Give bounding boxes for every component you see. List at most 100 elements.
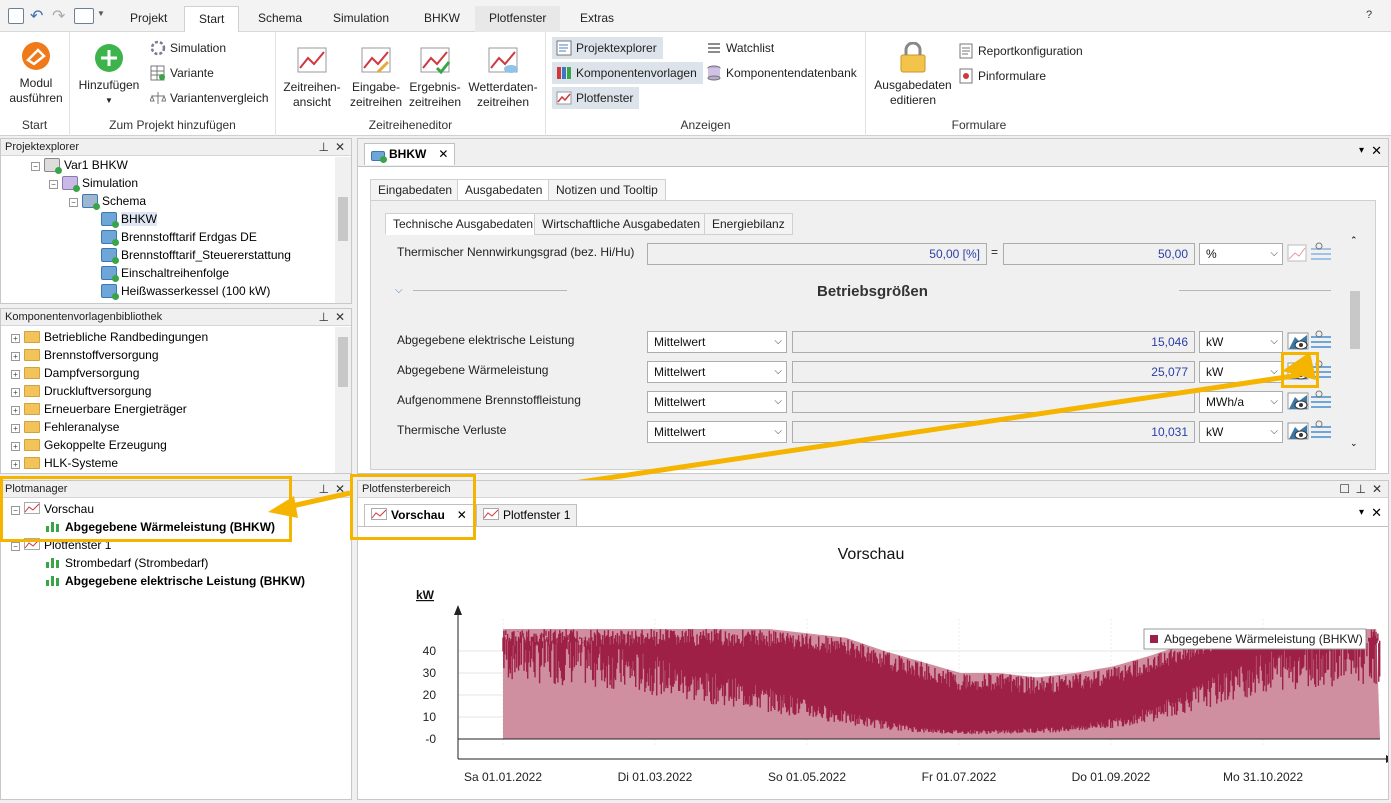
mode-select[interactable]: Mittelwert ⌵ [647,391,787,413]
expand-icon[interactable]: + [11,406,20,415]
scrollbar[interactable]: ⌃ ⌄ [1347,235,1363,449]
save-icon[interactable] [8,8,24,24]
plot-preview-icon[interactable] [1287,389,1333,411]
wetterdatenzeitreihen-button[interactable]: Wetterdaten-zeitreihen [466,44,540,110]
tree-item-schema[interactable]: − Schema [69,192,146,210]
plotfenster-toggle[interactable]: Plotfenster [552,87,640,109]
pin-icon[interactable]: ⊥ [319,309,329,326]
mode-select[interactable]: Mittelwert ⌵ [647,331,787,353]
scroll-up-icon[interactable]: ⌃ [1350,235,1358,246]
plot-preview-icon[interactable] [1287,419,1333,441]
collapse-icon[interactable]: − [69,198,78,207]
reportkonfiguration-button[interactable]: Reportkonfiguration [958,40,1083,62]
tree-folder[interactable]: + Gekoppelte Erzeugung [11,436,167,454]
plot-series-item[interactable]: Strombedarf (Strombedarf) [45,554,208,572]
scroll-thumb[interactable] [1350,291,1360,349]
pin-icon[interactable]: ⊥ [319,481,329,498]
scroll-down-icon[interactable]: ⌄ [1350,438,1358,449]
komponentendatenbank-toggle[interactable]: Komponentendatenbank [706,62,857,84]
mode-select[interactable]: Mittelwert ⌵ [647,421,787,443]
tree-item[interactable]: Brennstofftarif Erdgas DE [101,228,257,246]
ausgabedaten-editieren-button[interactable]: Ausgabedaten editieren [870,41,956,108]
dropdown-icon[interactable]: ▾ [1359,145,1364,156]
pin-icon[interactable]: ⊥ [1356,481,1366,498]
unit-select[interactable]: kW ⌵ [1199,361,1283,383]
expand-icon[interactable]: + [11,370,20,379]
expand-icon[interactable]: + [11,352,20,361]
undo-icon[interactable]: ↶ [30,6,43,26]
close-icon[interactable]: ✕ [438,147,448,161]
close-icon[interactable]: ✕ [335,481,345,498]
print-icon[interactable] [74,8,94,24]
plot-series-item[interactable]: Abgegebene elektrische Leistung (BHKW) [45,572,305,590]
tree-folder[interactable]: + Druckluftversorgung [11,382,151,400]
pin-icon[interactable]: ⊥ [319,139,329,156]
scrollbar[interactable] [335,327,351,473]
qat-dropdown-icon[interactable]: ▼ [97,9,105,18]
tree-folder[interactable]: + HLK-Systeme [11,454,118,472]
zeitreihenansicht-button[interactable]: Zeitreihen-ansicht [282,44,342,110]
collapse-icon[interactable]: − [11,542,20,551]
tree-folder[interactable]: + Erneuerbare Energieträger [11,400,187,418]
mode-select[interactable]: Mittelwert ⌵ [647,361,787,383]
tree-folder[interactable]: + Dampfversorgung [11,364,139,382]
tree-folder[interactable]: + Brennstoffversorgung [11,346,159,364]
subtab-wirtschaftlich[interactable]: Wirtschaftliche Ausgabedaten [534,213,709,235]
collapse-icon[interactable]: − [31,162,40,171]
tab-simulation[interactable]: Simulation [319,6,403,32]
dropdown-icon[interactable]: ▾ [1359,507,1364,518]
tree-item-simulation[interactable]: − Simulation [49,174,138,192]
expand-icon[interactable]: + [11,424,20,433]
tab-extras[interactable]: Extras [566,6,628,32]
tab-eingabedaten[interactable]: Eingabedaten [370,179,461,201]
doc-tab-bhkw[interactable]: BHKW ✕ [364,143,456,165]
maximize-icon[interactable]: ☐ [1339,481,1350,498]
close-icon[interactable]: ✕ [335,139,345,156]
tree-item[interactable]: Einschaltreihenfolge [101,264,229,282]
watchlist-toggle[interactable]: Watchlist [706,37,774,59]
help-icon[interactable]: ? [1366,9,1372,21]
komponentenvorlagen-toggle[interactable]: Komponentenvorlagen [552,62,703,84]
projektexplorer-toggle[interactable]: Projektexplorer [552,37,663,59]
subtab-technisch[interactable]: Technische Ausgabedaten [385,213,542,235]
variante-button[interactable]: Variante [150,62,214,84]
expand-icon[interactable]: + [11,388,20,397]
unit-select[interactable]: kW ⌵ [1199,421,1283,443]
unit-select[interactable]: MWh/a ⌵ [1199,391,1283,413]
tree-folder[interactable]: + Fehleranalyse [11,418,119,436]
hinzufuegen-button[interactable]: Hinzufügen ▼ [76,42,142,108]
simulation-button[interactable]: Simulation [150,37,226,59]
scroll-thumb[interactable] [338,197,348,241]
modul-ausfuehren-button[interactable]: Modul ausführen [6,40,66,106]
tree-item[interactable]: Brennstofftarif_Steuererstattung [101,246,291,264]
tab-bhkw[interactable]: BHKW [410,6,474,32]
collapse-icon[interactable]: − [49,180,58,189]
close-icon[interactable]: ✕ [1371,143,1382,159]
expand-icon[interactable]: + [11,442,20,451]
eingabezeitreihen-button[interactable]: Eingabe-zeitreihen [348,44,404,110]
close-icon[interactable]: ✕ [335,309,345,326]
variantenvergleich-button[interactable]: Variantenvergleich [149,87,269,109]
scrollbar[interactable] [335,157,351,303]
scroll-thumb[interactable] [338,337,348,387]
collapse-section-icon[interactable]: ⌵ [395,285,403,296]
tree-item-var1[interactable]: − Var1 BHKW [31,156,128,174]
tab-projekt[interactable]: Projekt [116,6,181,32]
redo-icon[interactable]: ↷ [52,6,65,26]
subtab-energiebilanz[interactable]: Energiebilanz [704,213,793,235]
expand-icon[interactable]: + [11,460,20,469]
close-icon[interactable]: ✕ [1371,505,1382,521]
tree-folder[interactable]: + Betriebliche Randbedingungen [11,328,208,346]
unit-select[interactable]: kW ⌵ [1199,331,1283,353]
tree-item[interactable]: Heißwasserkessel (100 kW) [101,282,270,300]
tab-schema[interactable]: Schema [244,6,316,32]
nenn-unit-select[interactable]: % ⌵ [1199,243,1283,265]
close-icon[interactable]: ✕ [1372,481,1382,498]
plot-add-icon[interactable] [1287,241,1333,263]
tab-ausgabedaten[interactable]: Ausgabedaten [457,179,551,201]
tree-item-bhkw[interactable]: BHKW [101,210,157,228]
tab-plotfenster[interactable]: Plotfenster [475,6,561,32]
plot-tab-plotfenster-1[interactable]: Plotfenster 1 [476,504,578,526]
tab-notizen[interactable]: Notizen und Tooltip [548,179,666,201]
plot-preview-icon[interactable] [1287,329,1333,351]
